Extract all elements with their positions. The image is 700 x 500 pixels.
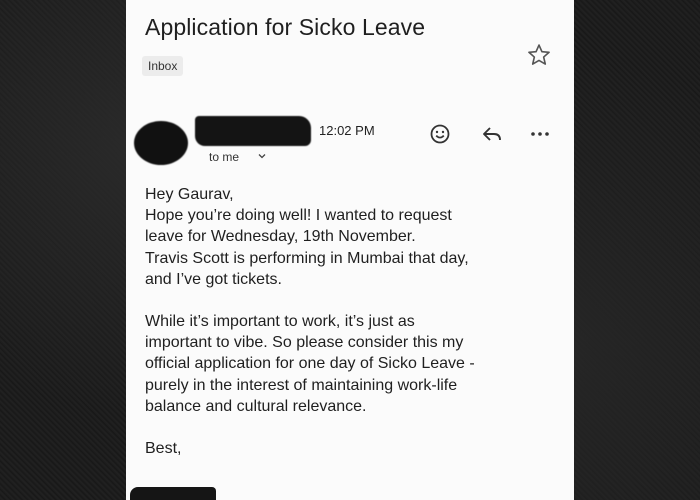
- sender-name-redacted: [195, 116, 311, 146]
- recipient-line[interactable]: to me: [209, 150, 239, 164]
- emoji-react-icon[interactable]: [428, 122, 452, 146]
- reply-icon[interactable]: [480, 122, 504, 146]
- email-paragraph-1: Hope you’re doing well! I wanted to requ…: [145, 207, 469, 288]
- signature-redacted: [130, 487, 216, 500]
- email-greeting: Hey Gaurav,: [145, 186, 234, 203]
- email-subject: Application for Sicko Leave: [145, 14, 426, 40]
- email-body: Hey Gaurav, Hope you’re doing well! I wa…: [145, 184, 565, 459]
- email-view: Application for Sicko Leave Inbox 12:02 …: [126, 0, 574, 500]
- star-icon[interactable]: [526, 42, 552, 68]
- more-options-icon[interactable]: [528, 122, 552, 146]
- email-closing: Best,: [145, 440, 182, 458]
- chevron-down-icon[interactable]: [256, 150, 268, 162]
- sender-avatar[interactable]: [134, 121, 188, 165]
- email-paragraph-2: While it’s important to work, it’s just …: [145, 313, 475, 415]
- email-time: 12:02 PM: [319, 123, 375, 138]
- inbox-label-chip[interactable]: Inbox: [142, 56, 184, 76]
